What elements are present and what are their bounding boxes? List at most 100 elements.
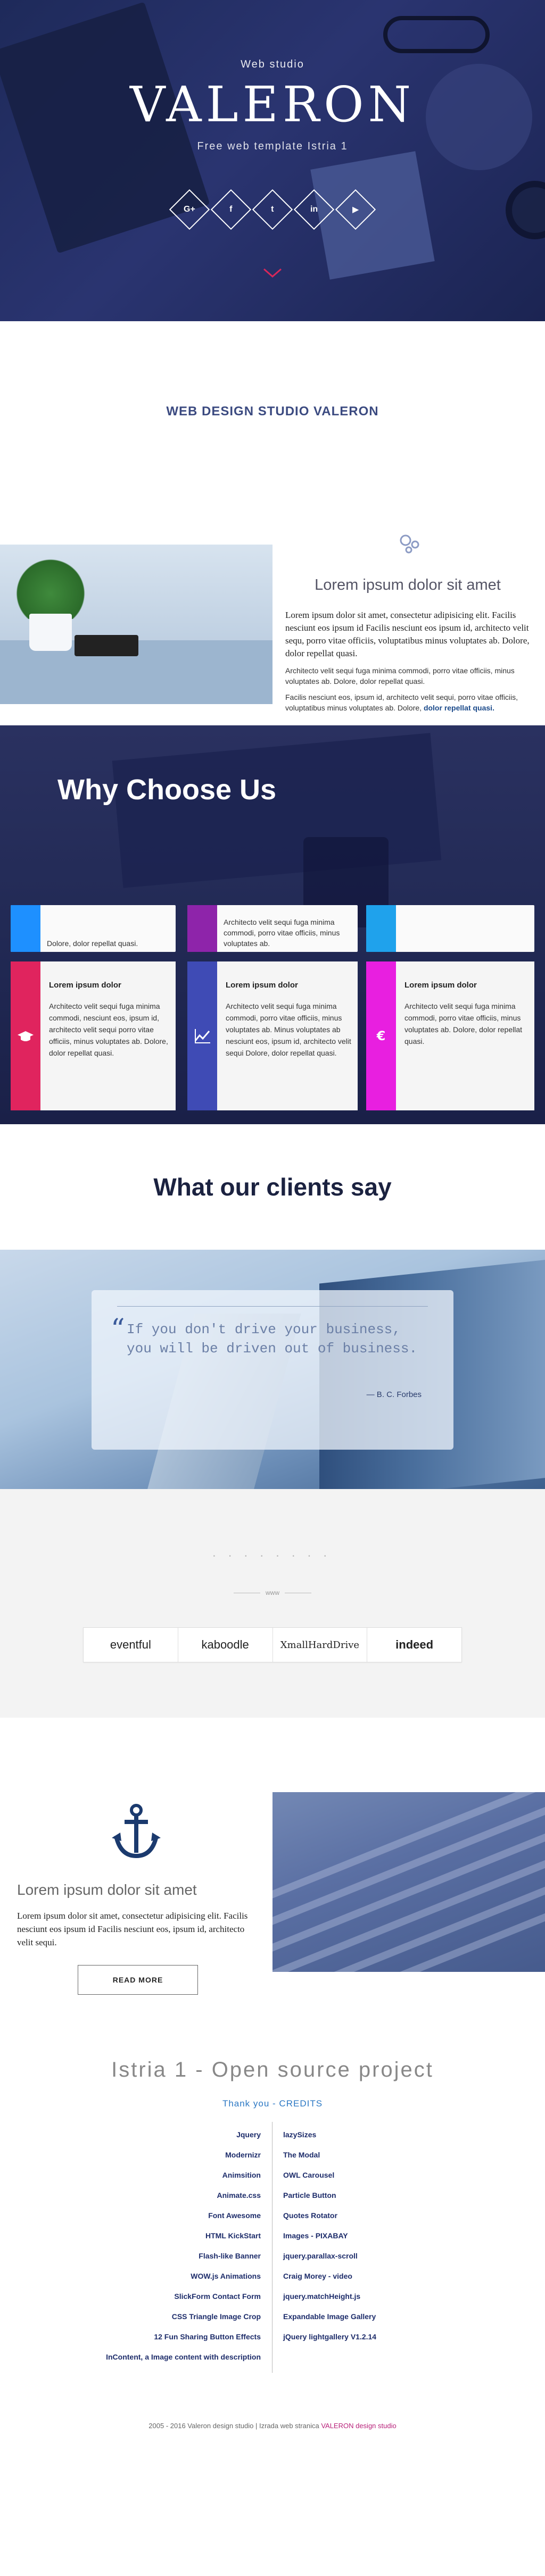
partner-logo-smallharddrive[interactable]: XmallHardDrive <box>273 1628 368 1662</box>
feature-section: Lorem ipsum dolor sit amet Lorem ipsum d… <box>0 1718 545 2026</box>
feature-card-1-text: Architecto velit sequi fuga minima commo… <box>49 1002 168 1057</box>
stairs-photo <box>272 1792 545 1972</box>
desk-plant-image <box>0 545 272 704</box>
linkedin-icon: in <box>310 205 318 214</box>
youtube-button[interactable]: ▶ <box>335 189 376 230</box>
studio-heading: WEB DESIGN STUDIO VALERON <box>166 404 379 419</box>
why-choose-us-section: Why Choose Us Dolore, dolor repellat qua… <box>0 725 545 1124</box>
feature-card-2: Lorem ipsum dolor Architecto velit sequi… <box>187 961 358 1110</box>
read-more-button[interactable]: READ MORE <box>78 1965 198 1995</box>
partners-section: · · · · · · · · www eventful kaboodle Xm… <box>0 1489 545 1718</box>
about-paragraph-3-link[interactable]: dolor repellat quasi. <box>424 704 494 712</box>
google-plus-button[interactable]: G+ <box>169 189 210 230</box>
laptop-image <box>112 733 442 888</box>
hero-subtitle: Web studio <box>241 58 304 70</box>
linkedin-button[interactable]: in <box>293 189 335 230</box>
credits-subheading: Thank you - CREDITS <box>222 2098 323 2109</box>
credit-link[interactable]: The Modal <box>283 2151 459 2160</box>
quote-icon: “ <box>111 1314 125 1345</box>
quote-box: “ If you don't drive your business, you … <box>92 1290 453 1450</box>
scroll-down-chevron-icon[interactable] <box>262 265 283 281</box>
line-chart-icon <box>194 1029 210 1043</box>
credits-heading: Istria 1 - Open source project <box>111 2058 434 2081</box>
credit-link[interactable]: Images - PIXABAY <box>283 2231 459 2240</box>
credit-link[interactable]: Flash-like Banner <box>85 2252 261 2261</box>
hero-tagline: Free web template Istria 1 <box>197 140 348 152</box>
facebook-button[interactable]: f <box>210 189 252 230</box>
hero-section: Web studio VALERON Free web template Ist… <box>0 0 545 321</box>
credit-link[interactable]: Jquery <box>85 2130 261 2139</box>
twitter-button[interactable]: t <box>252 189 293 230</box>
credits-section: Istria 1 - Open source project Thank you… <box>0 2026 545 2462</box>
credit-link[interactable]: jquery.matchHeight.js <box>283 2292 459 2301</box>
feature-card-2-text: Architecto velit sequi fuga minima commo… <box>226 1002 351 1057</box>
credits-left-column: Jquery Modernizr Animsition Animate.css … <box>85 2130 261 2373</box>
partners-faded-heading: · · · · · · · · <box>213 1552 332 1561</box>
partners-www-label: www <box>0 1589 545 1596</box>
footer-link[interactable]: VALERON design studio <box>321 2422 396 2430</box>
euro-icon: € <box>376 1028 386 1043</box>
partner-logo-strip: eventful kaboodle XmallHardDrive indeed <box>83 1627 462 1662</box>
quote-text: If you don't drive your business, you wi… <box>127 1322 418 1357</box>
facebook-icon: f <box>229 204 233 214</box>
partner-logo-indeed[interactable]: indeed <box>367 1628 461 1662</box>
feature-card-3: € Lorem ipsum dolor Architecto velit seq… <box>366 961 534 1110</box>
google-plus-icon: G+ <box>184 204 195 214</box>
credit-link[interactable]: OWL Carousel <box>283 2171 459 2180</box>
feature-card-top-2: Architecto velit sequi fuga minima commo… <box>187 905 358 952</box>
quote-author: — B. C. Forbes <box>366 1390 422 1399</box>
graduation-cap-icon <box>18 1031 34 1041</box>
testimonials-title-section: What our clients say <box>0 1124 545 1250</box>
glasses-image <box>383 16 490 53</box>
credit-link[interactable]: 12 Fun Sharing Button Effects <box>85 2332 261 2341</box>
feature-card-top-1-text: Dolore, dolor repellat quasi. <box>47 939 138 948</box>
social-links: G+ f t in ▶ <box>0 189 545 230</box>
credit-link[interactable]: Particle Button <box>283 2191 459 2200</box>
credit-link[interactable]: HTML KickStart <box>85 2231 261 2240</box>
feature-card-2-title: Lorem ipsum dolor <box>226 981 298 990</box>
anchor-icon <box>112 1804 161 1859</box>
credit-link[interactable]: Quotes Rotator <box>283 2211 459 2220</box>
credit-link[interactable]: CSS Triangle Image Crop <box>85 2312 261 2321</box>
why-heading: Why Choose Us <box>57 774 277 806</box>
footer: 2005 - 2016 Valeron design studio | Izra… <box>0 2422 545 2430</box>
studio-section: WEB DESIGN STUDIO VALERON <box>0 321 545 502</box>
credit-link[interactable]: jQuery lightgallery V1.2.14 <box>283 2332 459 2341</box>
credit-link[interactable]: Craig Morey - video <box>283 2272 459 2281</box>
feature-card-top-3 <box>366 905 534 952</box>
feature-card-3-text: Architecto velit sequi fuga minima commo… <box>404 1002 523 1046</box>
feature-card-1: Lorem ipsum dolor Architecto velit sequi… <box>11 961 176 1110</box>
credit-link[interactable]: Expandable Image Gallery <box>283 2312 459 2321</box>
credit-link[interactable]: WOW.js Animations <box>85 2272 261 2281</box>
credit-link[interactable]: Animsition <box>85 2171 261 2180</box>
credit-link[interactable]: Modernizr <box>85 2151 261 2160</box>
credit-link[interactable]: Animate.css <box>85 2191 261 2200</box>
credit-link[interactable]: SlickForm Contact Form <box>85 2292 261 2301</box>
testimonials-heading: What our clients say <box>153 1173 392 1201</box>
about-paragraph-1: Lorem ipsum dolor sit amet, consectetur … <box>285 610 530 658</box>
about-paragraph-2: Architecto velit sequi fuga minima commo… <box>285 666 515 685</box>
credit-link[interactable]: InContent, a Image content with descript… <box>85 2353 261 2362</box>
testimonial-section: “ If you don't drive your business, you … <box>0 1250 545 1489</box>
youtube-icon: ▶ <box>352 205 359 214</box>
partner-logo-kaboodle[interactable]: kaboodle <box>178 1628 273 1662</box>
feature-card-3-title: Lorem ipsum dolor <box>404 981 477 990</box>
hero-title: VALERON <box>129 76 416 133</box>
partner-logo-eventful[interactable]: eventful <box>84 1628 178 1662</box>
credit-link[interactable]: lazySizes <box>283 2130 459 2139</box>
feature-card-1-title: Lorem ipsum dolor <box>49 981 121 990</box>
about-paragraph-3: Facilis nesciunt eos, ipsum id, architec… <box>285 692 530 713</box>
feature-text: Lorem ipsum dolor sit amet, consectetur … <box>17 1911 248 1947</box>
svg-text:€: € <box>376 1028 386 1043</box>
twitter-icon: t <box>271 204 274 214</box>
credit-link[interactable]: jquery.parallax-scroll <box>283 2252 459 2261</box>
footer-text: 2005 - 2016 Valeron design studio | Izra… <box>148 2422 321 2430</box>
about-section: Lorem ipsum dolor sit amet Lorem ipsum d… <box>0 502 545 725</box>
credits-right-column: lazySizes The Modal OWL Carousel Particl… <box>283 2130 459 2353</box>
feature-heading: Lorem ipsum dolor sit amet <box>17 1881 197 1898</box>
about-heading: Lorem ipsum dolor sit amet <box>315 576 501 593</box>
credit-link[interactable]: Font Awesome <box>85 2211 261 2220</box>
gears-icon <box>400 534 419 554</box>
feature-card-top-2-text: Architecto velit sequi fuga minima commo… <box>224 918 340 948</box>
feature-card-top-1: Dolore, dolor repellat quasi. <box>11 905 176 952</box>
